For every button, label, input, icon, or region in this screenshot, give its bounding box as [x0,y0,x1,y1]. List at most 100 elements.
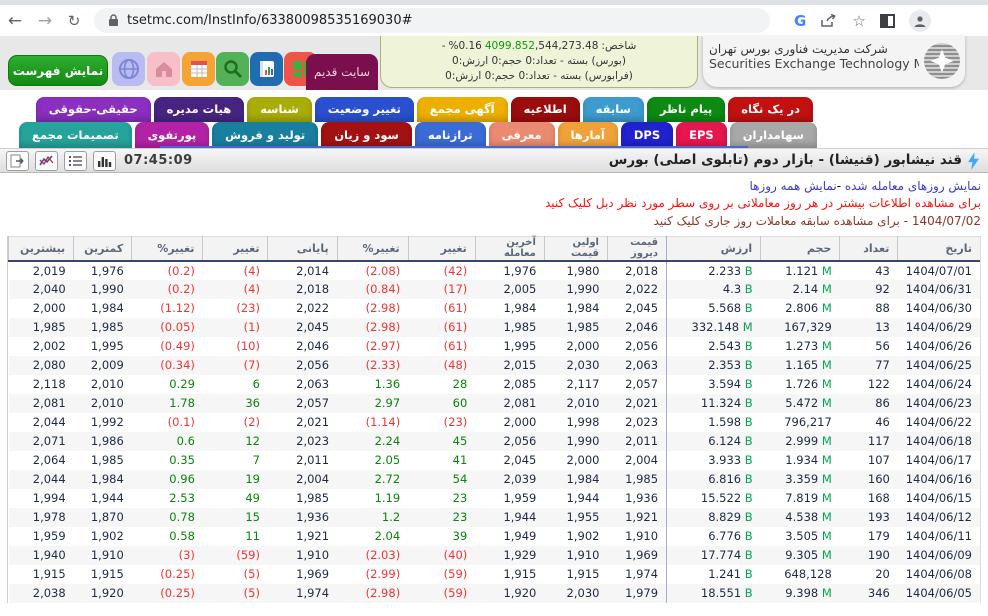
nav-tab-تصمیمات مجمع[interactable]: تصمیمات مجمع [19,122,132,148]
traded-days-link[interactable]: نمایش روزهای معامله شده [845,179,981,193]
col-header-pct2[interactable]: %تغییر [132,237,203,261]
address-bar[interactable]: tsetmc.com/InstInfo/63380098535169030# [94,8,770,33]
double-click-notice: برای مشاهده اطلاعات بیشتر در هر روز معام… [7,196,981,214]
cell-pct2: 0.6 [132,432,203,451]
col-header-change[interactable]: تغییر [408,237,475,261]
nav-tab-سابقه[interactable]: سابقه [583,97,644,122]
col-header-last[interactable]: آخرینمعامله [475,237,544,261]
col-header-count[interactable]: تعداد [840,237,898,261]
cell-volume: 2.999 M [761,432,840,451]
nav-tab-اطلاعیه[interactable]: اطلاعیه [511,97,580,122]
globe-icon[interactable] [112,52,145,86]
sidebar-icon[interactable] [880,14,895,28]
col-header-volume[interactable]: حجم [761,237,840,261]
nav-tab-تولید و فروش[interactable]: تولید و فروش [212,122,318,148]
table-row-1404/06/29[interactable]: 1404/06/2913167,329332.148 M2,0461,9851,… [9,318,981,337]
nav-tab-هیات مدیره[interactable]: هیات مدیره [154,97,245,122]
col-header-yesterday[interactable]: قیمتدیروز [607,237,666,261]
export-page-icon[interactable] [6,151,29,171]
table-row-1404/06/31[interactable]: 1404/06/31922.14 M4.3 B2,0221,9902,005(1… [9,280,981,299]
col-header-first[interactable]: اولینقیمت [544,237,607,261]
cell-max: 1,994 [9,489,74,508]
nav-tabs-row2: سهامدارانEPSDPSآمارهامعرفیترازنامهسود و … [19,122,817,148]
nav-tab-آگهی مجمع[interactable]: آگهی مجمع [417,97,508,122]
reload-icon[interactable]: ↻ [60,12,88,30]
col-header-change2[interactable]: تغییر [203,237,268,261]
table-row-1404/06/16[interactable]: 1404/06/161603.359 M6.816 B1,9851,9842,0… [9,470,981,489]
nav-tabs: در یک نگاهپیام ناظرسابقهاطلاعیهآگهی مجمع… [0,90,988,148]
table-row-1404/07/01[interactable]: 1404/07/01431.121 M2.233 B2,0181,9801,97… [9,261,981,280]
old-site-tab[interactable]: سایت قدیم [306,54,378,90]
cell-count: 107 [840,451,898,470]
home-icon[interactable] [147,52,180,86]
show-list-button[interactable]: نمایش فهرست [8,55,108,86]
col-header-close[interactable]: پایانی [268,237,337,261]
cell-close: 2,063 [268,375,337,394]
search-icon[interactable] [216,52,249,86]
nav-tab-شناسه[interactable]: شناسه [247,97,312,122]
nav-tab-تغییر وضعیت[interactable]: تغییر وضعیت [315,97,414,122]
nav-tab-حقیقی-حقوقی[interactable]: حقیقی-حقوقی [36,97,151,122]
nav-tab-سود و زیان[interactable]: سود و زیان [321,122,412,148]
bookmark-star-icon[interactable]: ☆ [852,12,865,30]
col-header-min[interactable]: کمترین [74,237,132,261]
nav-tab-در یک نگاه[interactable]: در یک نگاه [728,97,813,122]
table-row-1404/06/12[interactable]: 1404/06/121934.538 M8.829 B1,9211,9551,9… [9,508,981,527]
cell-change2: 19 [203,470,268,489]
back-icon[interactable]: ← [0,11,30,31]
table-row-1404/06/11[interactable]: 1404/06/111793.505 M6.776 B1,9101,9021,9… [9,527,981,546]
cell-volume: 1.121 M [761,261,840,280]
table-row-1404/06/17[interactable]: 1404/06/171071.934 M3.933 B2,0042,0002,0… [9,451,981,470]
cell-volume: 3.505 M [761,527,840,546]
cell-volume: 1.165 M [761,356,840,375]
table-row-1404/06/08[interactable]: 1404/06/0820648,1281.241 B1,9741,9151,91… [9,565,981,584]
cell-pct2: (3) [132,546,203,565]
cell-pct: 1.36 [337,375,408,394]
cell-pct2: (0.05) [132,318,203,337]
nav-tab-DPS[interactable]: DPS [621,122,673,148]
nav-tab-آمارها[interactable]: آمارها [558,122,618,148]
cell-first: 2,000 [544,451,607,470]
list-icon[interactable] [64,151,87,171]
table-row-1404/06/18[interactable]: 1404/06/181172.999 M6.124 B2,0111,9902,0… [9,432,981,451]
table-row-1404/06/23[interactable]: 1404/06/23865.472 M11.324 B2,0212,0102,0… [9,394,981,413]
col-header-date[interactable]: تاریخ [898,237,980,261]
book-report-icon[interactable] [250,52,283,86]
table-row-1404/06/05[interactable]: 1404/06/053469.398 M18.551 B1,9792,0301,… [9,584,981,603]
cell-first: 2,000 [544,337,607,356]
table-row-1404/06/09[interactable]: 1404/06/091909.305 M17.774 B1,9691,9101,… [9,546,981,565]
cell-close: 2,021 [268,413,337,432]
cell-pct: 1.19 [337,489,408,508]
forward-icon[interactable]: → [30,11,60,31]
google-icon[interactable]: G [794,12,806,30]
profile-avatar-icon[interactable] [909,10,931,32]
cell-change: (59) [408,584,475,603]
table-row-1404/06/22[interactable]: 1404/06/2246796,2171.598 B2,0231,9982,00… [9,413,981,432]
share-icon[interactable] [820,14,838,28]
all-days-link[interactable]: نمایش همه روزها [749,179,836,193]
today-history-link[interactable]: 1404/07/02 - برای مشاهده سابقه معاملات ر… [7,214,981,233]
col-header-pct[interactable]: %تغییر [337,237,408,261]
col-header-value[interactable]: ارزش [667,237,761,261]
table-row-1404/06/24[interactable]: 1404/06/241221.726 M3.594 B2,0572,1172,0… [9,375,981,394]
nav-tab-EPS[interactable]: EPS [676,122,727,148]
table-header-row: تاریختعدادحجمارزشقیمتدیروزاولینقیمتآخرین… [9,237,981,261]
table-row-1404/06/15[interactable]: 1404/06/151687.819 M15.522 B1,9361,9441,… [9,489,981,508]
nav-tab-سهامداران[interactable]: سهامداران [730,122,817,148]
col-header-max[interactable]: بیشترین [9,237,74,261]
cell-volume: 796,217 [761,413,840,432]
nav-tab-پورتفوی[interactable]: پورتفوی [135,122,210,148]
nav-tab-ترازنامه[interactable]: ترازنامه [415,122,486,148]
histogram-icon[interactable] [93,151,116,171]
table-icon[interactable] [182,52,215,86]
cell-yesterday: 2,023 [607,413,666,432]
cell-yesterday: 1,985 [607,470,666,489]
cell-min: 1,990 [74,280,132,299]
chart-icon[interactable] [35,151,58,171]
nav-tab-معرفی[interactable]: معرفی [489,122,555,148]
cell-min: 1,902 [74,527,132,546]
table-row-1404/06/30[interactable]: 1404/06/30882.806 M5.568 B2,0451,9841,98… [9,299,981,318]
table-row-1404/06/26[interactable]: 1404/06/26561.273 M2.543 B2,0562,0001,99… [9,337,981,356]
table-row-1404/06/25[interactable]: 1404/06/25771.165 M2.353 B2,0632,0302,01… [9,356,981,375]
nav-tab-پیام ناظر[interactable]: پیام ناظر [647,97,725,122]
